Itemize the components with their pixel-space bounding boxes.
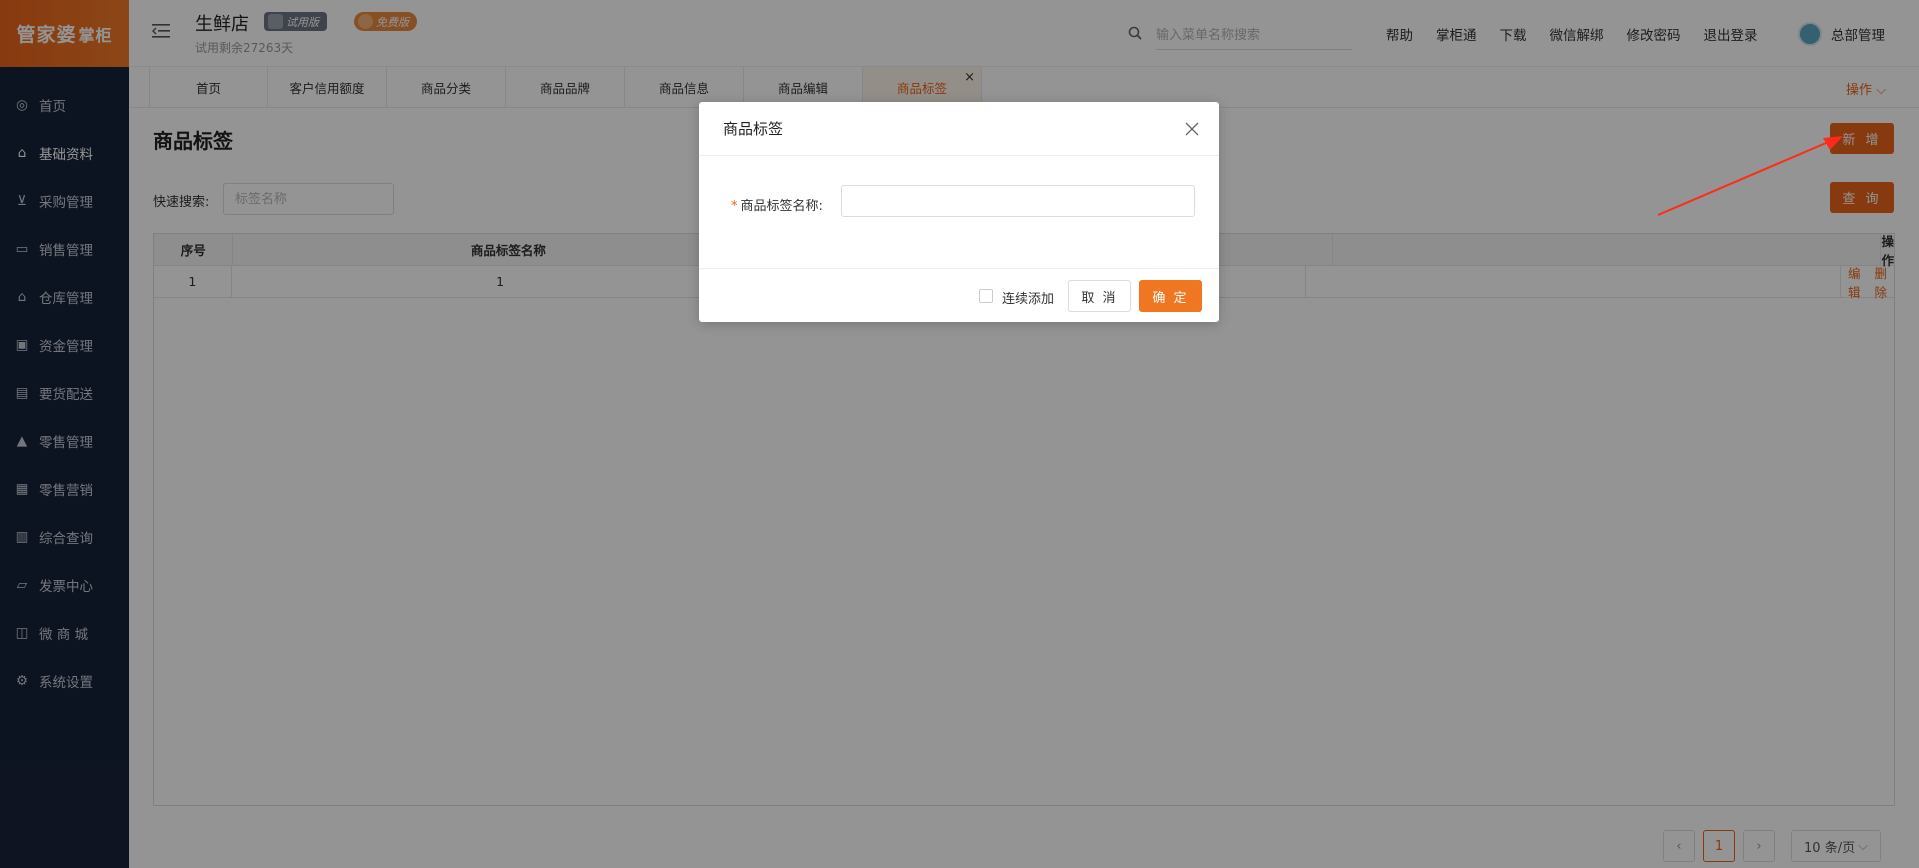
tag-name-label: * 商品标签名称: (731, 195, 823, 214)
dialog-title: 商品标签 (699, 102, 1219, 156)
tag-dialog: 商品标签 * 商品标签名称: 连续添加 取 消 确 定 (699, 102, 1219, 322)
close-icon[interactable] (1185, 122, 1199, 136)
dialog-footer: 连续添加 取 消 确 定 (699, 268, 1219, 322)
required-mark: * (731, 199, 738, 214)
continuous-add-label[interactable]: 连续添加 (1002, 288, 1054, 307)
cancel-button[interactable]: 取 消 (1068, 280, 1131, 312)
tag-name-field[interactable] (841, 185, 1195, 217)
confirm-button[interactable]: 确 定 (1139, 280, 1202, 312)
tag-name-label-text: 商品标签名称: (740, 199, 823, 214)
continuous-add-checkbox[interactable] (979, 289, 993, 303)
